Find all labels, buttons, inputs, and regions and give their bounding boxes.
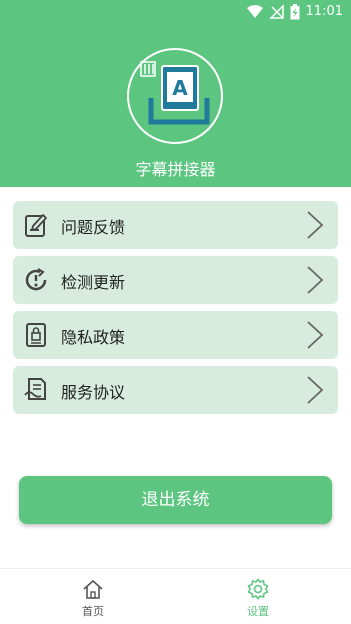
subtitle-logo-icon: A <box>140 61 210 125</box>
app-name: 字幕拼接器 <box>135 160 216 179</box>
menu-item-update[interactable]: 检测更新 <box>13 256 338 304</box>
tab-bar: 首页 设置 <box>0 568 351 624</box>
tab-settings[interactable]: 设置 <box>208 569 308 624</box>
status-time: 11:01 <box>305 4 343 19</box>
chevron-right-icon <box>307 321 324 349</box>
svg-text:A: A <box>172 76 188 100</box>
update-icon <box>25 268 47 291</box>
tab-label: 首页 <box>82 605 104 618</box>
menu-item-label: 隐私政策 <box>61 328 126 347</box>
header: 11:01 A 字幕拼接器 <box>0 0 351 187</box>
privacy-icon <box>26 323 46 347</box>
home-icon <box>83 579 103 599</box>
chevron-right-icon <box>307 376 324 404</box>
menu-item-label: 服务协议 <box>61 383 126 402</box>
feedback-icon <box>25 213 48 237</box>
agreement-icon <box>24 378 46 400</box>
settings-icon <box>247 578 269 600</box>
battery-charging-icon <box>290 4 300 20</box>
status-bar: 11:01 <box>0 0 351 24</box>
menu-item-label: 检测更新 <box>61 273 126 292</box>
menu-item-feedback[interactable]: 问题反馈 <box>13 201 338 249</box>
wifi-icon <box>247 5 263 18</box>
tab-label: 设置 <box>247 605 269 618</box>
chevron-right-icon <box>307 211 324 239</box>
chevron-right-icon <box>307 266 324 294</box>
menu-item-agreement[interactable]: 服务协议 <box>13 366 338 414</box>
no-signal-icon <box>269 4 284 19</box>
menu-item-label: 问题反馈 <box>61 218 126 237</box>
app-logo: A <box>127 48 223 144</box>
menu-item-privacy[interactable]: 隐私政策 <box>13 311 338 359</box>
logout-button[interactable]: 退出系统 <box>19 476 332 524</box>
tab-home[interactable]: 首页 <box>43 569 143 624</box>
